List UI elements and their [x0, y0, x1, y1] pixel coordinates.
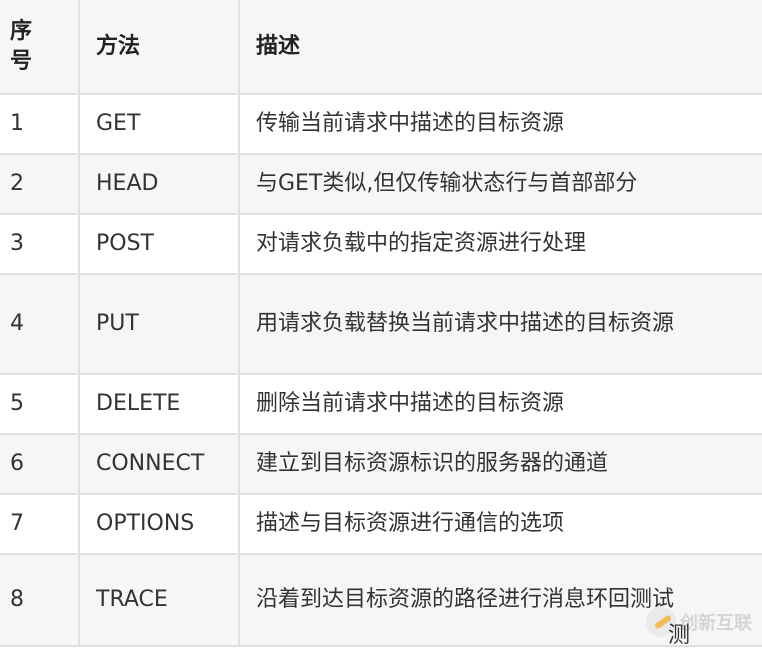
cell-index: 8: [0, 553, 80, 647]
table-row: 3 POST 对请求负载中的指定资源进行处理: [0, 213, 762, 275]
cell-index: 7: [0, 493, 80, 555]
cell-method: HEAD: [78, 153, 240, 215]
watermark-text: 创新互联: [680, 613, 752, 634]
header-index: 序号: [0, 0, 80, 95]
cell-index: 5: [0, 373, 80, 435]
http-methods-table: 序号 方法 描述 1 GET 传输当前请求中描述的目标资源 2 HEAD 与GE…: [0, 0, 762, 647]
cell-method: OPTIONS: [78, 493, 240, 555]
cell-description: 用请求负载替换当前请求中描述的目标资源: [238, 273, 762, 375]
cell-method: CONNECT: [78, 433, 240, 495]
cell-index: 6: [0, 433, 80, 495]
header-row: 序号 方法 描述: [0, 0, 762, 95]
table-row: 6 CONNECT 建立到目标资源标识的服务器的通道: [0, 433, 762, 495]
cell-method: POST: [78, 213, 240, 275]
table-row: 4 PUT 用请求负载替换当前请求中描述的目标资源: [0, 273, 762, 375]
watermark-overlap-text: 测: [667, 623, 690, 648]
cell-method: GET: [78, 93, 240, 155]
cell-index: 2: [0, 153, 80, 215]
header-method: 方法: [78, 0, 240, 95]
cell-description: 与GET类似,但仅传输状态行与首部部分: [238, 153, 762, 215]
header-description: 描述: [238, 0, 762, 95]
watermark: 创新互联: [646, 607, 752, 637]
cell-index: 4: [0, 273, 80, 375]
cell-method: PUT: [78, 273, 240, 375]
cell-description: 建立到目标资源标识的服务器的通道: [238, 433, 762, 495]
cell-description: 删除当前请求中描述的目标资源: [238, 373, 762, 435]
cell-index: 3: [0, 213, 80, 275]
table-row: 2 HEAD 与GET类似,但仅传输状态行与首部部分: [0, 153, 762, 215]
cell-description: 对请求负载中的指定资源进行处理: [238, 213, 762, 275]
cell-method: TRACE: [78, 553, 240, 647]
table-row: 5 DELETE 删除当前请求中描述的目标资源: [0, 373, 762, 435]
table-row: 1 GET 传输当前请求中描述的目标资源: [0, 93, 762, 155]
cell-index: 1: [0, 93, 80, 155]
cell-method: DELETE: [78, 373, 240, 435]
cell-description: 传输当前请求中描述的目标资源: [238, 93, 762, 155]
table-row: 7 OPTIONS 描述与目标资源进行通信的选项: [0, 493, 762, 555]
cell-description: 描述与目标资源进行通信的选项: [238, 493, 762, 555]
